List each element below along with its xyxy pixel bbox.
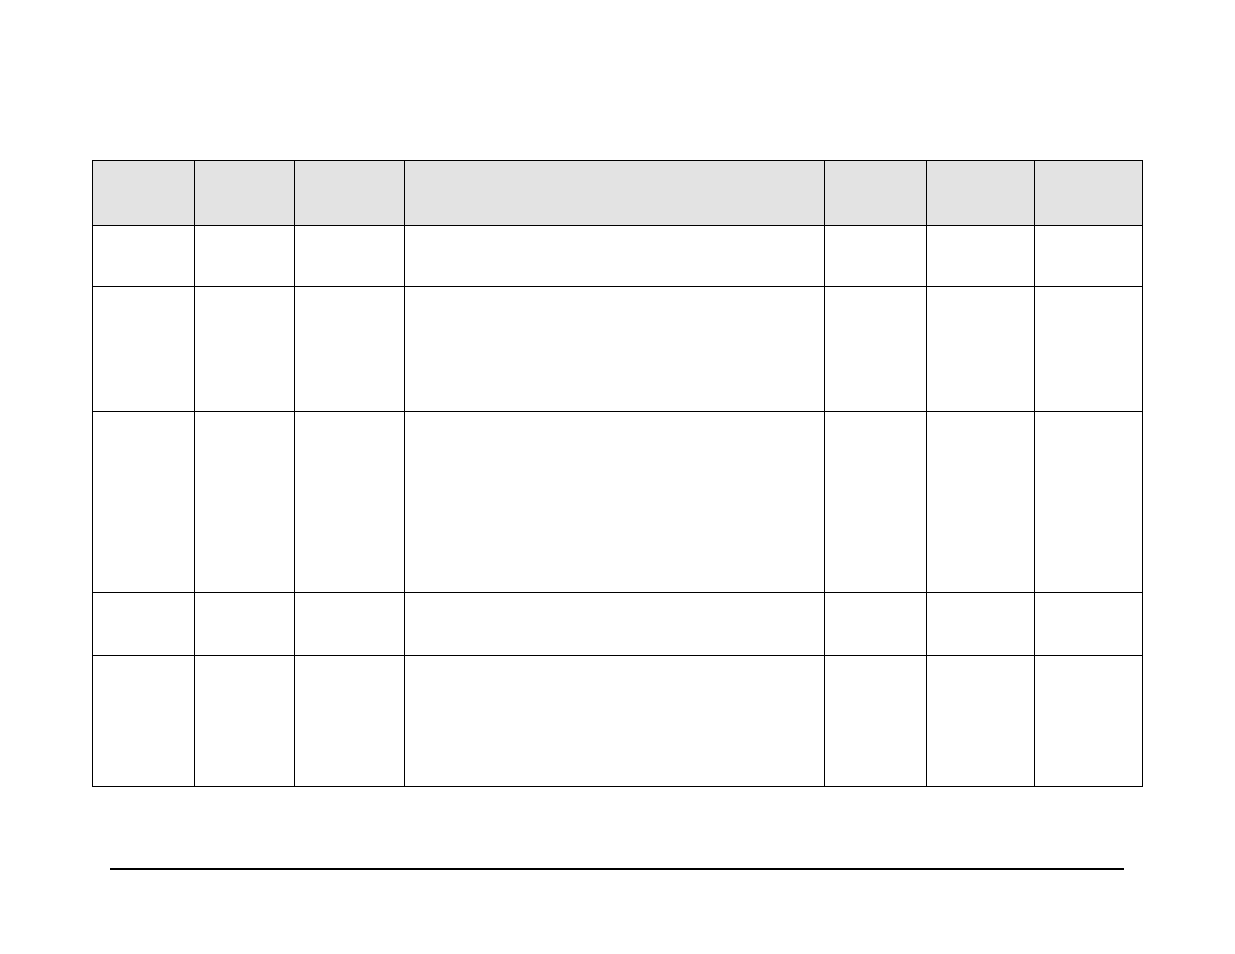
table-cell <box>1035 287 1143 412</box>
table-cell <box>1035 226 1143 287</box>
table-cell <box>93 593 195 656</box>
table-cell <box>405 412 825 593</box>
table-cell <box>405 287 825 412</box>
table-cell <box>295 412 405 593</box>
table-cell <box>93 412 195 593</box>
table-cell <box>93 656 195 787</box>
table-cell <box>93 226 195 287</box>
table-row <box>93 287 1143 412</box>
horizontal-rule <box>110 868 1124 870</box>
table-cell <box>927 226 1035 287</box>
table-cell <box>295 656 405 787</box>
table-row <box>93 412 1143 593</box>
table-cell <box>927 287 1035 412</box>
table-cell <box>1035 656 1143 787</box>
table-cell <box>195 412 295 593</box>
table-cell <box>825 593 927 656</box>
table-cell <box>405 656 825 787</box>
table-cell <box>1035 593 1143 656</box>
table-cell <box>195 656 295 787</box>
table-row <box>93 226 1143 287</box>
table-header-cell <box>93 161 195 226</box>
table-header-cell <box>1035 161 1143 226</box>
table-cell <box>1035 412 1143 593</box>
page <box>0 0 1235 954</box>
table-cell <box>195 593 295 656</box>
table-cell <box>927 593 1035 656</box>
table-cell <box>295 226 405 287</box>
table-cell <box>405 593 825 656</box>
table-row <box>93 593 1143 656</box>
table-cell <box>195 287 295 412</box>
table-header-cell <box>927 161 1035 226</box>
data-table <box>92 160 1143 787</box>
table-cell <box>405 226 825 287</box>
table-header-cell <box>195 161 295 226</box>
table-cell <box>927 656 1035 787</box>
table-cell <box>825 226 927 287</box>
table-header-row <box>93 161 1143 226</box>
table-header-cell <box>825 161 927 226</box>
table-header-cell <box>295 161 405 226</box>
table-header-cell <box>405 161 825 226</box>
table-cell <box>295 593 405 656</box>
table-row <box>93 656 1143 787</box>
table-cell <box>825 656 927 787</box>
table-cell <box>93 287 195 412</box>
table-cell <box>825 412 927 593</box>
table-cell <box>295 287 405 412</box>
table-cell <box>825 287 927 412</box>
table-cell <box>195 226 295 287</box>
table-cell <box>927 412 1035 593</box>
